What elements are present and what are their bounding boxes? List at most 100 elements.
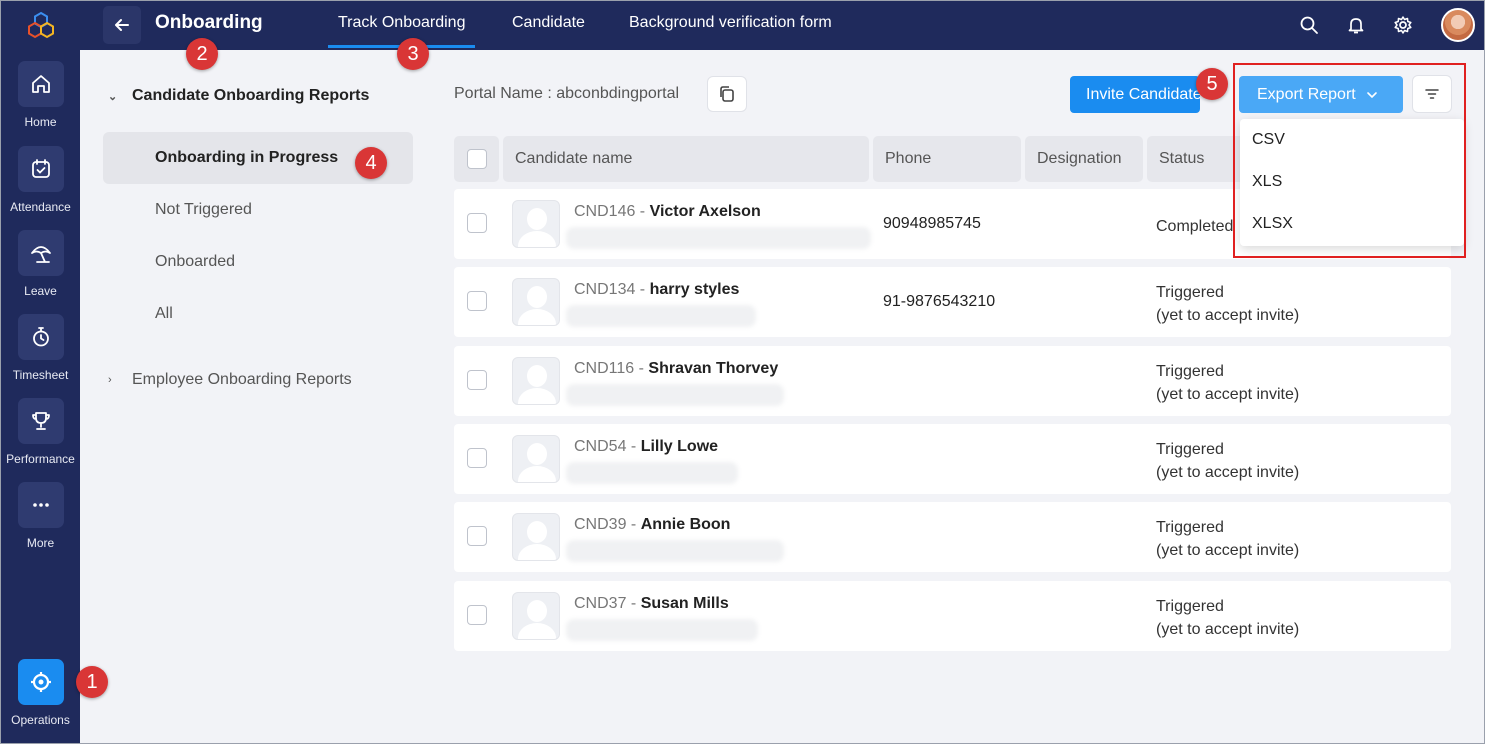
bell-icon[interactable]: [1344, 13, 1368, 37]
phone-cell: 91-9876543210: [883, 293, 996, 310]
header-select-all[interactable]: [454, 136, 499, 182]
redacted-field: [566, 305, 756, 327]
export-option-csv[interactable]: CSV: [1240, 119, 1464, 161]
calendar-check-icon: [31, 159, 50, 178]
candidate-name[interactable]: CND39 - Annie Boon: [574, 516, 730, 534]
table-row[interactable]: CND54 - Lilly Lowe Triggered (yet to acce…: [454, 424, 1451, 494]
app-logo-icon[interactable]: [27, 11, 55, 39]
export-report-button[interactable]: Export Report: [1239, 76, 1403, 113]
nav-onboarded[interactable]: Onboarded: [103, 236, 413, 288]
column-header[interactable]: Designation: [1025, 136, 1143, 182]
redacted-field: [566, 619, 758, 641]
row-checkbox[interactable]: [467, 448, 487, 468]
rail-label: Timesheet: [12, 368, 69, 382]
step-marker: 3: [397, 38, 429, 70]
gear-icon[interactable]: [1391, 13, 1415, 37]
candidate-avatar: [512, 278, 560, 326]
group-label: Employee Onboarding Reports: [132, 371, 352, 388]
chevron-right-icon: ›: [108, 374, 112, 386]
copy-icon: [720, 86, 734, 102]
group-employee-onboarding-reports[interactable]: › Employee Onboarding Reports: [108, 371, 352, 389]
rail-label: Performance: [6, 452, 75, 466]
rail-label: More: [26, 536, 55, 550]
chevron-down-icon: ⌄: [108, 90, 118, 103]
user-avatar[interactable]: [1441, 8, 1475, 42]
tab-candidate[interactable]: Candidate: [512, 14, 585, 32]
select-all-checkbox[interactable]: [467, 149, 487, 169]
step-marker: 5: [1196, 68, 1228, 100]
stopwatch-icon: [32, 327, 49, 347]
rail-item-home[interactable]: Home: [1, 61, 80, 129]
side-nav: ⌄ Candidate Onboarding Reports Onboardin…: [80, 50, 440, 744]
step-marker: 2: [186, 38, 218, 70]
rail-item-operations[interactable]: Operations: [1, 659, 80, 727]
phone-cell: 90948985745: [883, 215, 981, 232]
column-header[interactable]: Phone: [873, 136, 1021, 182]
rail-item-timesheet[interactable]: Timesheet: [1, 314, 80, 382]
row-checkbox[interactable]: [467, 213, 487, 233]
candidate-name[interactable]: CND116 - Shravan Thorvey: [574, 360, 778, 378]
export-label: Export Report: [1257, 85, 1356, 103]
trophy-icon: [31, 412, 50, 430]
table-row[interactable]: CND116 - Shravan Thorvey Triggered (yet t…: [454, 346, 1451, 416]
operations-icon: [30, 672, 51, 692]
group-label: Candidate Onboarding Reports: [132, 87, 370, 104]
nav-all[interactable]: All: [103, 288, 413, 340]
left-rail: Home Attendance Leave Timesheet Performa…: [1, 1, 80, 743]
candidate-avatar: [512, 357, 560, 405]
redacted-field: [566, 540, 784, 562]
redacted-field: [566, 384, 784, 406]
status-cell: Triggered (yet to accept invite): [1156, 598, 1300, 638]
home-icon: [31, 75, 50, 93]
status-cell: Triggered (yet to accept invite): [1156, 519, 1300, 559]
candidate-avatar: [512, 435, 560, 483]
candidate-avatar: [512, 592, 560, 640]
nav-not-triggered[interactable]: Not Triggered: [103, 184, 413, 236]
redacted-field: [566, 227, 871, 249]
export-option-xlsx[interactable]: XLSX: [1240, 203, 1464, 245]
step-marker: 4: [355, 147, 387, 179]
candidate-name[interactable]: CND134 - harry styles: [574, 281, 739, 299]
rail-item-more[interactable]: More: [1, 482, 80, 550]
rail-item-performance[interactable]: Performance: [1, 398, 80, 466]
export-dropdown: CSV XLS XLSX: [1240, 119, 1464, 246]
search-icon[interactable]: [1297, 13, 1321, 37]
row-checkbox[interactable]: [467, 370, 487, 390]
arrow-left-icon: [115, 19, 129, 31]
more-dots-icon: [32, 503, 49, 507]
top-bar: Onboarding Track Onboarding Candidate Ba…: [80, 1, 1484, 50]
rail-label: Attendance: [10, 200, 71, 214]
status-cell: Triggered (yet to accept invite): [1156, 441, 1300, 481]
candidate-name[interactable]: CND146 - Victor Axelson: [574, 203, 761, 221]
filter-button[interactable]: [1412, 75, 1452, 113]
rail-label: Operations: [11, 713, 70, 727]
beach-umbrella-icon: [30, 246, 51, 263]
candidate-avatar: [512, 200, 560, 248]
candidate-name[interactable]: CND37 - Susan Mills: [574, 595, 729, 613]
export-option-xls[interactable]: XLS: [1240, 161, 1464, 203]
table-row[interactable]: CND39 - Annie Boon Triggered (yet to acce…: [454, 502, 1451, 572]
filter-icon: [1425, 89, 1439, 99]
status-cell: Completed: [1156, 218, 1234, 235]
table-row[interactable]: CND37 - Susan Mills Triggered (yet to acc…: [454, 581, 1451, 651]
table-row[interactable]: CND134 - harry styles 91-9876543210 Trig…: [454, 267, 1451, 337]
rail-item-leave[interactable]: Leave: [1, 230, 80, 298]
row-checkbox[interactable]: [467, 605, 487, 625]
chevron-down-icon: [1366, 91, 1377, 98]
back-button[interactable]: [103, 6, 141, 44]
portal-name: Portal Name : abconbdingportal: [454, 85, 680, 102]
step-marker: 1: [76, 666, 108, 698]
column-header[interactable]: Candidate name: [503, 136, 869, 182]
rail-item-attendance[interactable]: Attendance: [1, 146, 80, 214]
row-checkbox[interactable]: [467, 291, 487, 311]
copy-button[interactable]: [707, 76, 747, 112]
rail-label: Leave: [24, 284, 57, 298]
group-candidate-onboarding-reports[interactable]: ⌄ Candidate Onboarding Reports: [108, 87, 369, 105]
page-title: Onboarding: [155, 12, 263, 33]
row-checkbox[interactable]: [467, 526, 487, 546]
invite-candidate-button[interactable]: Invite Candidate: [1070, 76, 1200, 113]
candidate-name[interactable]: CND54 - Lilly Lowe: [574, 438, 718, 456]
tab-background-verification-form[interactable]: Background verification form: [629, 14, 832, 32]
status-cell: Triggered (yet to accept invite): [1156, 284, 1300, 324]
rail-label: Home: [24, 115, 57, 129]
